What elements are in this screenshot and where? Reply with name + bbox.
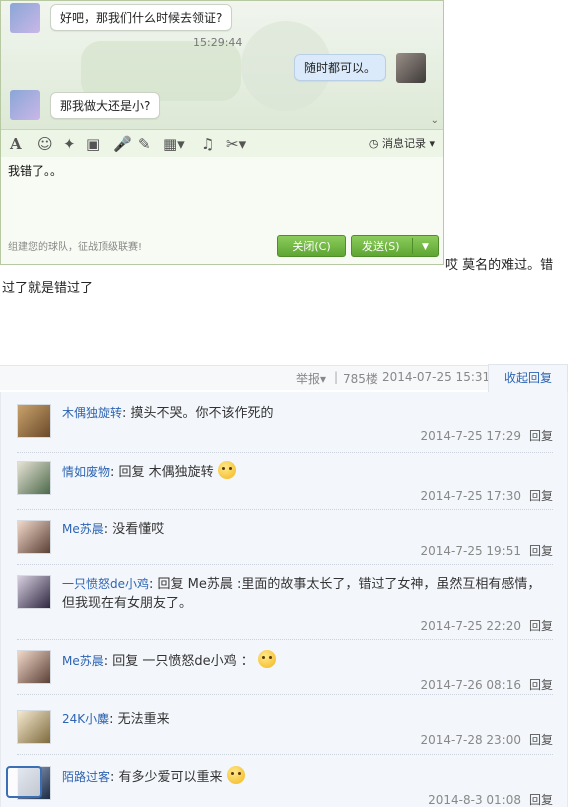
username-link[interactable]: 24K小麋	[62, 712, 109, 726]
chat-window: 好吧，那我们什么时候去领证? 15:29:44 随时都可以。 那我做大还是小? …	[0, 0, 444, 265]
video-icon[interactable]: ▣	[86, 136, 100, 152]
emoji-icon	[226, 766, 245, 784]
reply-button[interactable]: 回复	[529, 489, 553, 503]
send-label: 发送(S)	[362, 240, 400, 253]
list-item: 一只愤怒de小鸡: 回复 Me苏晨 :里面的故事太长了，错过了女神，虽然互相有感…	[17, 575, 553, 640]
reply-button[interactable]: 回复	[529, 793, 553, 807]
avatar[interactable]	[17, 461, 51, 495]
list-item: Me苏晨: 没看懂哎 2014-7-25 19:51 回复	[17, 520, 553, 565]
promo-link[interactable]: 组建您的球队，征战顶级联赛!	[8, 238, 142, 253]
reply-text: 没看懂哎	[112, 522, 165, 537]
report-link[interactable]: 举报▾	[296, 370, 326, 387]
username-link[interactable]: 陌路过客	[62, 770, 110, 784]
reply-button[interactable]: 回复	[529, 733, 553, 747]
reply-time: 2014-7-25 22:20	[420, 619, 521, 633]
divider: |	[334, 370, 339, 384]
reply-time: 2014-7-25 17:30	[420, 489, 521, 503]
emoji-icon	[257, 650, 276, 668]
watermark-logo	[6, 766, 42, 798]
reply-text: 回复 一只愤怒de小鸡 ：	[112, 654, 254, 669]
username-link[interactable]: Me苏晨	[62, 654, 104, 668]
reply-button[interactable]: 回复	[529, 429, 553, 443]
scissors-icon[interactable]: ✂▾	[226, 136, 246, 152]
reply-time: 2014-7-28 23:00	[420, 733, 521, 747]
message-input-text: 我错了。。	[8, 164, 63, 178]
reply-text: 有多少爱可以重来	[118, 770, 223, 785]
list-item: 24K小麋: 无法重来 2014-7-28 23:00 回复	[17, 710, 553, 755]
avatar[interactable]	[17, 404, 51, 438]
post-text: 过了就是错过了	[2, 281, 94, 296]
collapse-replies-button[interactable]: 收起回复	[488, 364, 568, 392]
list-item: 情如废物: 回复 木偶独旋转 2014-7-25 17:30 回复	[17, 461, 553, 510]
avatar[interactable]	[17, 575, 51, 609]
reply-time: 2014-7-25 17:29	[420, 429, 521, 443]
avatar[interactable]	[17, 520, 51, 554]
reply-meta: 2014-7-28 23:00 回复	[420, 731, 553, 748]
reply-text: 无法重来	[117, 712, 170, 727]
music-icon[interactable]: ♫	[201, 136, 214, 152]
list-item: Me苏晨: 回复 一只愤怒de小鸡 ： 2014-7-26 08:16 回复	[17, 650, 553, 695]
username-link[interactable]: 木偶独旋转	[62, 406, 122, 420]
chevron-down-icon[interactable]: ▼	[422, 236, 429, 258]
divider	[412, 238, 413, 254]
floor-number: 785楼	[343, 372, 378, 386]
reply-text: 摸头不哭。你不该作死的	[130, 406, 274, 421]
reply-meta: 2014-8-3 01:08 回复	[428, 791, 553, 808]
emoji-icon[interactable]: ☺	[37, 136, 53, 152]
reply-meta: 2014-7-25 22:20 回复	[420, 617, 553, 634]
reply-meta: 2014-7-25 17:30 回复	[420, 487, 553, 504]
list-item: 木偶独旋转: 摸头不哭。你不该作死的 2014-7-25 17:29 回复	[17, 404, 553, 453]
chevron-down-icon: ▾	[429, 137, 435, 150]
edit-icon[interactable]: ✎	[138, 136, 151, 152]
list-item: 陌路过客: 有多少爱可以重来 2014-8-3 01:08 回复	[17, 766, 553, 807]
image-icon[interactable]: ▦▾	[163, 136, 185, 152]
close-button[interactable]: 关闭(C)	[277, 235, 346, 257]
avatar[interactable]	[17, 650, 51, 684]
reply-button[interactable]: 回复	[529, 544, 553, 558]
username-link[interactable]: 一只愤怒de小鸡	[62, 577, 149, 591]
chat-message: 那我做大还是小?	[50, 92, 161, 119]
chat-message: 随时都可以。	[294, 54, 387, 81]
reply-button[interactable]: 回复	[529, 678, 553, 692]
post-text: 哎 莫名的难过。错	[445, 258, 554, 273]
reply-time: 2014-8-3 01:08	[428, 793, 521, 807]
chevron-down-icon[interactable]: ⌄	[431, 115, 439, 126]
message-history-label: 消息记录	[381, 137, 426, 150]
clock-icon: ◷	[368, 137, 379, 150]
reply-meta: 2014-7-25 19:51 回复	[420, 542, 553, 559]
message-history-button[interactable]: ◷ 消息记录 ▾	[369, 135, 435, 151]
avatar[interactable]	[17, 710, 51, 744]
reply-time: 2014-7-26 08:16	[420, 678, 521, 692]
reply-meta: 2014-7-25 17:29 回复	[420, 427, 553, 444]
reply-list: 木偶独旋转: 摸头不哭。你不该作死的 2014-7-25 17:29 回复 情如废…	[0, 392, 568, 807]
magic-icon[interactable]: ✦	[63, 136, 76, 152]
post-time: 2014-07-25 15:31	[382, 370, 491, 384]
reply-meta: 2014-7-26 08:16 回复	[420, 676, 553, 693]
font-icon[interactable]: A	[10, 136, 22, 152]
microphone-icon[interactable]: 🎤	[113, 136, 132, 152]
avatar[interactable]	[10, 3, 40, 33]
reply-text: 回复 木偶独旋转	[118, 465, 218, 480]
smiley-emoji-icon	[217, 461, 236, 479]
username-link[interactable]: 情如废物	[62, 465, 110, 479]
avatar[interactable]	[396, 53, 426, 83]
reply-button[interactable]: 回复	[529, 619, 553, 633]
send-button[interactable]: 发送(S) ▼	[351, 235, 439, 257]
chat-timestamp: 15:29:44	[193, 36, 243, 49]
avatar[interactable]	[10, 90, 40, 120]
chat-message: 好吧，那我们什么时候去领证?	[50, 4, 233, 31]
username-link[interactable]: Me苏晨	[62, 522, 104, 536]
reply-time: 2014-7-25 19:51	[420, 544, 521, 558]
